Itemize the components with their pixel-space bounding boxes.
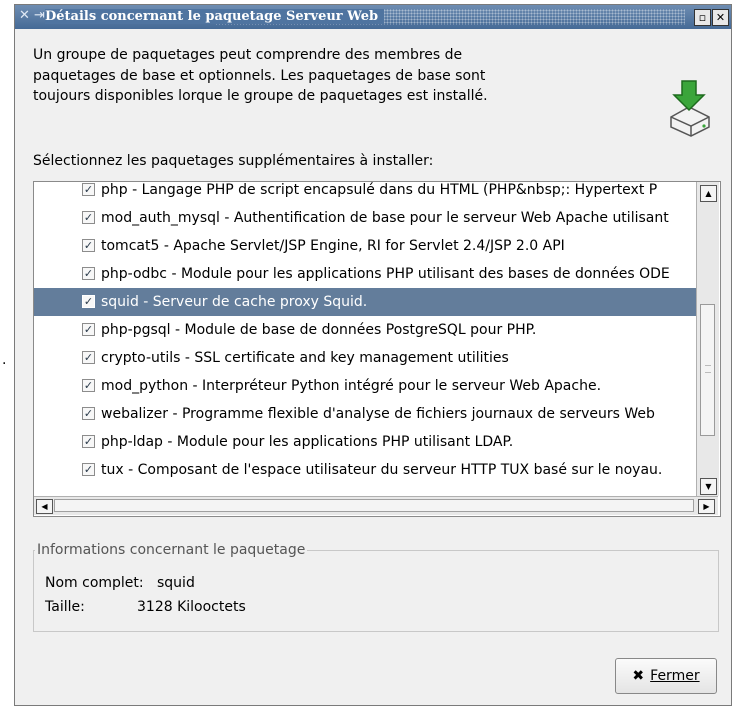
package-label: php-pgsql - Module de base de données Po… — [101, 322, 537, 338]
package-checkbox[interactable]: ✓ — [82, 379, 95, 392]
package-checkbox[interactable]: ✓ — [82, 435, 95, 448]
vertical-scroll-thumb[interactable] — [700, 304, 715, 436]
scroll-right-button[interactable]: ▶ — [698, 499, 715, 514]
package-checkbox[interactable]: ✓ — [82, 351, 95, 364]
close-button[interactable]: ✖ Fermer — [615, 658, 717, 694]
package-row[interactable]: ✓ tux - Composant de l'espace utilisateu… — [34, 456, 696, 484]
package-row[interactable]: ✓ mod_auth_mysql - Authentification de b… — [34, 204, 696, 232]
package-details-dialog: ✕ ⇥ Détails concernant le paquetage Serv… — [14, 4, 732, 706]
horizontal-scrollbar[interactable]: ◀ ▶ — [34, 496, 718, 515]
window-title: Détails concernant le paquetage Serveur … — [45, 9, 385, 24]
vertical-scrollbar[interactable]: ▲ ▼ — [696, 182, 719, 496]
package-checkbox[interactable]: ✓ — [82, 295, 95, 308]
scroll-down-button[interactable]: ▼ — [700, 478, 717, 495]
size-label: Taille: — [45, 599, 85, 615]
package-checkbox[interactable]: ✓ — [82, 239, 95, 252]
package-checkbox[interactable]: ✓ — [82, 267, 95, 280]
full-name-value: squid — [157, 575, 195, 591]
package-label: mod_python - Interpréteur Python intégré… — [101, 378, 602, 394]
package-label: mod_auth_mysql - Authentification de bas… — [101, 210, 669, 226]
package-label: squid - Serveur de cache proxy Squid. — [101, 294, 368, 310]
select-packages-label: Sélectionnez les paquetages supplémentai… — [33, 153, 434, 169]
package-label: php - Langage PHP de script encapsulé da… — [101, 182, 658, 198]
package-checkbox[interactable]: ✓ — [82, 323, 95, 336]
package-checkbox[interactable]: ✓ — [82, 407, 95, 420]
close-icon: ✖ — [632, 668, 645, 684]
package-row[interactable]: ✓ php - Langage PHP de script encapsulé … — [34, 182, 696, 204]
package-row[interactable]: ✓ php-pgsql - Module de base de données … — [34, 316, 696, 344]
package-checkbox[interactable]: ✓ — [82, 211, 95, 224]
package-install-icon — [670, 80, 710, 137]
package-rows: ✓ php - Langage PHP de script encapsulé … — [34, 182, 696, 512]
package-info-frame — [33, 550, 719, 632]
stray-mark: . — [2, 352, 7, 368]
size-value: 3128 Kilooctets — [137, 599, 246, 615]
package-checkbox[interactable]: ✓ — [82, 183, 95, 196]
scroll-left-button[interactable]: ◀ — [36, 499, 53, 514]
package-label: php-ldap - Module pour les applications … — [101, 434, 514, 450]
package-checkbox[interactable]: ✓ — [82, 463, 95, 476]
minimize-button[interactable]: ▫ — [694, 9, 711, 26]
package-label: crypto-utils - SSL certificate and key m… — [101, 350, 509, 366]
package-row[interactable]: ✓ tomcat5 - Apache Servlet/JSP Engine, R… — [34, 232, 696, 260]
titlebar[interactable]: ✕ ⇥ Détails concernant le paquetage Serv… — [15, 5, 731, 29]
package-row[interactable]: ✓ php-ldap - Module pour les application… — [34, 428, 696, 456]
package-row-selected[interactable]: ✓ squid - Serveur de cache proxy Squid. — [34, 288, 696, 316]
package-row[interactable]: ✓ crypto-utils - SSL certificate and key… — [34, 344, 696, 372]
package-list[interactable]: ✓ php - Langage PHP de script encapsulé … — [33, 181, 721, 517]
package-label: php-odbc - Module pour les applications … — [101, 266, 670, 282]
full-name-label: Nom complet: — [45, 575, 144, 591]
package-row[interactable]: ✓ php-odbc - Module pour les application… — [34, 260, 696, 288]
horizontal-scroll-thumb[interactable] — [54, 499, 694, 512]
scroll-up-button[interactable]: ▲ — [700, 185, 717, 202]
group-description: Un groupe de paquetages peut comprendre … — [33, 47, 488, 104]
package-row[interactable]: ✓ webalizer - Programme flexible d'analy… — [34, 400, 696, 428]
package-label: tux - Composant de l'espace utilisateur … — [101, 462, 663, 478]
package-row[interactable]: ✓ mod_python - Interpréteur Python intég… — [34, 372, 696, 400]
close-button-label: Fermer — [650, 668, 700, 684]
package-info-legend: Informations concernant le paquetage — [35, 542, 308, 558]
package-label: tomcat5 - Apache Servlet/JSP Engine, RI … — [101, 238, 565, 254]
close-window-button[interactable]: ✕ — [712, 9, 729, 26]
package-label: webalizer - Programme flexible d'analyse… — [101, 406, 655, 422]
window-menu-icon[interactable]: ✕ ⇥ — [19, 8, 45, 23]
